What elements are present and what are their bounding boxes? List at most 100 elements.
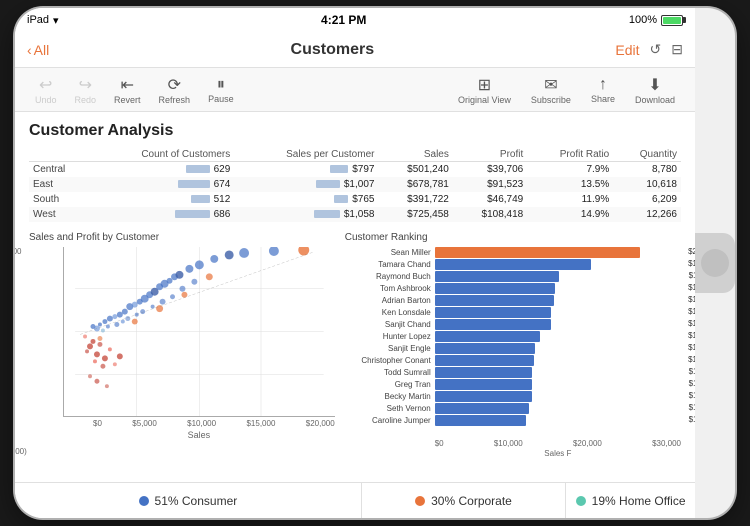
bar-x-axis-label: Sales F (345, 449, 681, 458)
bar-track: $12,129 (435, 355, 681, 366)
home-button-inner (701, 249, 729, 277)
bar-fill (435, 247, 641, 258)
bar-fill (435, 391, 532, 402)
refresh-nav-button[interactable]: ↺ (650, 41, 662, 58)
revert-label: Revert (114, 95, 141, 105)
subscribe-button[interactable]: ✉ Subscribe (523, 73, 579, 107)
list-item: Christopher Conant $12,129 (345, 355, 681, 366)
homeoffice-dot (576, 496, 586, 506)
cell-qty: 8,780 (613, 162, 681, 178)
table-row: West 686 $1,058 $725,458 $108,418 14.9% … (29, 207, 681, 222)
share-button[interactable]: ↑ Share (583, 74, 623, 106)
revert-icon: ⇤ (121, 75, 134, 95)
cell-qty: 6,209 (613, 192, 681, 207)
list-item: Raymond Buch $15,117 (345, 271, 681, 282)
bar-label: Todd Sumrall (345, 368, 435, 377)
summary-table: Count of Customers Sales per Customer Sa… (29, 148, 681, 222)
redo-label: Redo (75, 95, 97, 105)
bar-value: $11,892 (689, 367, 695, 376)
undo-button[interactable]: ↩ Undo (27, 73, 65, 107)
bar-fill (435, 403, 529, 414)
bar-fill (435, 379, 532, 390)
chart-main-title: Customer Analysis (29, 122, 681, 140)
refresh-button[interactable]: ⟳ Refresh (151, 73, 199, 107)
battery-fill (663, 17, 681, 24)
col-qty: Quantity (613, 148, 681, 162)
bar-fill (435, 307, 551, 318)
scatter-svg (64, 247, 335, 416)
bar-value: $14,142 (688, 319, 695, 328)
bar-label: Greg Tran (345, 380, 435, 389)
battery-icon (661, 15, 683, 26)
download-icon: ⬇ (648, 75, 661, 95)
chevron-left-icon: ‹ (27, 42, 32, 58)
col-sales: Sales (378, 148, 452, 162)
bar-value: $14,474 (688, 295, 695, 304)
cell-ratio: 11.9% (527, 192, 613, 207)
bar-label: Tom Ashbrook (345, 284, 435, 293)
list-item: Adrian Barton $14,474 (345, 295, 681, 306)
cell-count: 629 (89, 162, 234, 178)
main-content: Customer Analysis Count of Customers Sal… (15, 112, 695, 482)
segment-homeoffice[interactable]: 19% Home Office (566, 483, 695, 518)
ipad-label: iPad (27, 14, 49, 26)
list-item: Sanjit Engle $12,209 (345, 343, 681, 354)
y-axis: $5,000 $0 ($5,000) (15, 247, 27, 456)
segment-corporate[interactable]: 30% Corporate (362, 483, 566, 518)
bar-track: $11,165 (435, 415, 681, 426)
table-row: East 674 $1,007 $678,781 $91,523 13.5% 1… (29, 177, 681, 192)
download-label: Download (635, 95, 675, 105)
cell-sales: $725,458 (378, 207, 452, 222)
cell-profit: $108,418 (453, 207, 527, 222)
cell-profit: $39,706 (453, 162, 527, 178)
back-button[interactable]: ‹ All (27, 42, 49, 58)
share-icon: ↑ (599, 76, 607, 94)
cell-region: Central (29, 162, 89, 178)
status-right: 100% (629, 14, 683, 26)
download-button[interactable]: ⬇ Download (627, 73, 683, 107)
home-button[interactable] (695, 233, 735, 293)
bar-fill (435, 319, 551, 330)
cell-region: South (29, 192, 89, 207)
cell-ratio: 13.5% (527, 177, 613, 192)
pause-button[interactable]: ⏸ Pause (200, 74, 242, 106)
list-item: Todd Sumrall $11,892 (345, 367, 681, 378)
list-item: Becky Martin $11,790 (345, 391, 681, 402)
cell-ratio: 14.9% (527, 207, 613, 222)
bar-track: $19,052 (435, 259, 681, 270)
corporate-dot (415, 496, 425, 506)
ipad-screen: iPad ▾ 4:21 PM 100% ‹ All Customers Edi (15, 8, 695, 518)
redo-button[interactable]: ↪ Redo (67, 73, 105, 107)
list-item: Hunter Lopez $12,873 (345, 331, 681, 342)
status-time: 4:21 PM (321, 13, 366, 27)
bar-value: $12,129 (688, 355, 695, 364)
edit-button[interactable]: Edit (615, 42, 639, 58)
scatter-container (63, 247, 335, 417)
segment-consumer[interactable]: 51% Consumer (15, 483, 362, 518)
x-axis-label: Sales (63, 430, 335, 440)
revert-button[interactable]: ⇤ Revert (106, 73, 149, 107)
cell-ratio: 7.9% (527, 162, 613, 178)
charts-row: Sales and Profit by Customer $5,000 $0 (… (29, 232, 681, 458)
consumer-pct: 51% Consumer (155, 494, 238, 508)
consumer-dot (139, 496, 149, 506)
list-item: Tom Ashbrook $14,596 (345, 283, 681, 294)
nav-right: Edit ↺ ⊟ (615, 41, 683, 58)
status-left: iPad ▾ (27, 14, 59, 27)
cell-profit: $46,749 (453, 192, 527, 207)
x-axis-labels: $0 $5,000 $10,000 $15,000 $20,000 (63, 419, 335, 428)
list-item: Tamara Chand $19,052 (345, 259, 681, 270)
list-item: Sean Miller $25,043 (345, 247, 681, 258)
nav-bar: ‹ All Customers Edit ↺ ⊟ (15, 32, 695, 68)
bar-value: $19,052 (688, 259, 695, 268)
original-view-button[interactable]: ⊞ Original View (450, 73, 519, 107)
undo-icon: ↩ (39, 75, 52, 95)
bar-track: $11,790 (435, 391, 681, 402)
toolbar: ↩ Undo ↪ Redo ⇤ Revert ⟳ Refresh ⏸ Pau (15, 68, 695, 112)
layout-button[interactable]: ⊟ (671, 41, 683, 58)
bar-track: $12,209 (435, 343, 681, 354)
ranking-title: Customer Ranking (345, 232, 681, 243)
bar-label: Tamara Chand (345, 260, 435, 269)
bar-track: $12,873 (435, 331, 681, 342)
subscribe-icon: ✉ (544, 75, 557, 95)
